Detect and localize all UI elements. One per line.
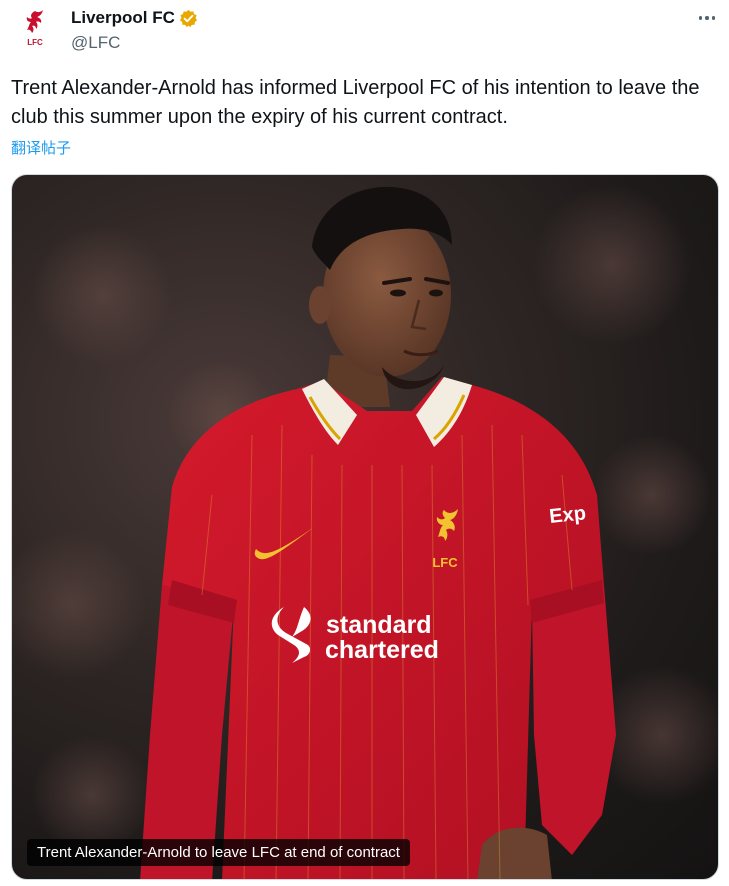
tweet-card: LFC Liverpool FC @LFC Trent Alexander-Ar… (0, 0, 729, 886)
avatar[interactable]: LFC (12, 6, 58, 52)
name-row: Liverpool FC (71, 7, 198, 29)
handle[interactable]: @LFC (71, 33, 120, 53)
more-dot (705, 16, 709, 20)
verified-badge-icon (179, 9, 197, 27)
jersey-crest-text: LFC (432, 555, 458, 570)
sponsor-line-1: standard (326, 611, 432, 639)
crest-text: LFC (27, 38, 43, 47)
player-photo: LFC standard chartered Exp (12, 185, 718, 879)
more-dot (698, 16, 703, 20)
media-caption: Trent Alexander-Arnold to leave LFC at e… (27, 839, 410, 866)
post-photo[interactable]: LFC standard chartered Exp Trent Alexand… (11, 174, 719, 880)
more-dot (711, 16, 716, 20)
translate-post-link[interactable]: 翻译帖子 (11, 137, 71, 158)
tweet-text: Trent Alexander-Arnold has informed Live… (11, 77, 700, 128)
display-name[interactable]: Liverpool FC (71, 8, 175, 28)
sponsor-line-2: chartered (325, 636, 439, 664)
lfc-crest-icon: LFC (26, 10, 43, 47)
sleeve-sponsor-text: Exp (548, 502, 587, 528)
more-dots-icon[interactable] (693, 8, 721, 28)
